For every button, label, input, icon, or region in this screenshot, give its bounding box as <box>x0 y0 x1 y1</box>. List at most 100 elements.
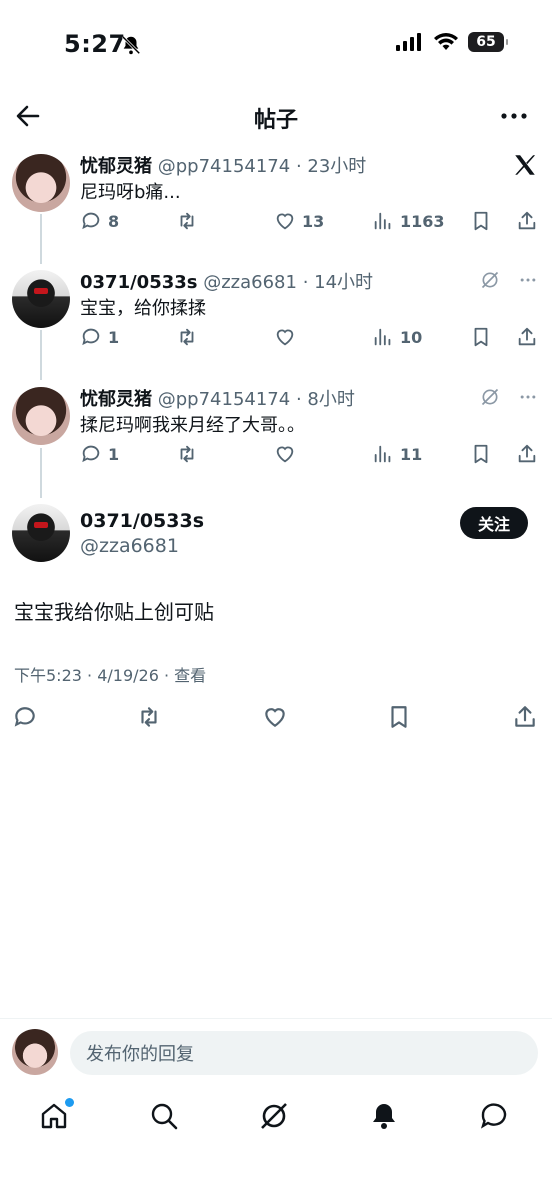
share-button[interactable] <box>516 210 538 232</box>
follow-button[interactable]: 关注 <box>460 507 528 539</box>
tweet-time: · 8小时 <box>295 389 355 410</box>
share-button[interactable] <box>512 704 538 730</box>
x-logo-icon <box>515 155 536 175</box>
retweet-icon <box>180 328 194 346</box>
reply-count: 8 <box>108 211 120 231</box>
retweet-button[interactable] <box>176 443 198 465</box>
share-button[interactable] <box>516 443 538 465</box>
author-name[interactable]: 忧郁灵猪 <box>80 389 152 410</box>
bookmark-button[interactable] <box>470 443 492 465</box>
views-icon <box>374 328 391 346</box>
view-count: 10 <box>400 327 423 347</box>
author-name[interactable]: 忧郁灵猪 <box>80 156 152 177</box>
views-button[interactable]: 11 <box>372 443 422 465</box>
views-button[interactable]: 1163 <box>372 210 445 232</box>
reply-button[interactable] <box>12 704 38 730</box>
heart-icon <box>276 213 294 230</box>
heart-icon <box>276 446 294 463</box>
like-button[interactable] <box>262 704 288 730</box>
tweet-text: 宝宝，给你揉揉 <box>80 298 206 319</box>
tab-home[interactable] <box>38 1098 74 1136</box>
like-button[interactable] <box>274 326 296 348</box>
bookmark-button[interactable] <box>386 704 412 730</box>
author-handle[interactable]: @pp74154174 <box>158 389 290 410</box>
views-button[interactable]: 10 <box>372 326 422 348</box>
thread-tweet[interactable]: 忧郁灵猪 @pp74154174 · 23小时 尼玛呀b痛... 8 13 11… <box>0 152 552 242</box>
status-indicators: 65 <box>396 32 508 52</box>
tweet-time: · 14小时 <box>302 272 374 293</box>
reply-bar: 发布你的回复 <box>0 1018 552 1088</box>
avatar[interactable] <box>12 504 70 562</box>
notification-dot <box>65 1098 74 1107</box>
author-name[interactable]: 0371/0533s <box>80 272 197 293</box>
share-icon <box>518 211 536 230</box>
comment-icon <box>14 707 35 727</box>
grok-icon <box>261 1103 287 1129</box>
views-icon <box>374 445 391 463</box>
tab-messages[interactable] <box>478 1100 514 1136</box>
search-icon <box>151 1103 178 1130</box>
reply-button[interactable]: 1 <box>80 326 119 348</box>
tab-notifications[interactable] <box>368 1100 404 1136</box>
avatar[interactable] <box>12 270 70 328</box>
grok-icon[interactable] <box>480 387 500 407</box>
more-options-icon[interactable] <box>498 100 530 132</box>
tab-grok[interactable] <box>258 1100 294 1136</box>
bottom-tab-bar <box>0 1092 552 1152</box>
more-options-icon[interactable] <box>518 270 538 290</box>
tweet-text: 揉尼玛啊我来月经了大哥。。 <box>80 415 305 436</box>
comment-icon <box>82 445 100 463</box>
battery-indicator: 65 <box>468 32 508 52</box>
author-handle[interactable]: @zza6681 <box>203 272 297 293</box>
bookmark-icon <box>474 444 488 464</box>
tab-search[interactable] <box>148 1100 184 1136</box>
tweet-text: 尼玛呀b痛... <box>80 182 181 203</box>
main-post-meta: 下午5:23 · 4/19/26 · 查看 <box>14 666 207 685</box>
tweet-top-icons <box>480 387 538 407</box>
bookmark-icon <box>391 706 407 728</box>
retweet-icon <box>180 212 194 230</box>
status-bar: 5:27 65 <box>0 0 552 90</box>
avatar[interactable] <box>12 154 70 212</box>
main-post-actions <box>0 704 552 734</box>
tweet-top-icons <box>480 270 538 290</box>
view-count: 1163 <box>400 211 445 231</box>
bookmark-button[interactable] <box>470 326 492 348</box>
thread-tweet[interactable]: 0371/0533s @zza6681 · 14小时 宝宝，给你揉揉 1 10 <box>0 268 552 358</box>
tweet-header: 0371/0533s @zza6681 · 14小时 <box>80 268 373 294</box>
author-handle[interactable]: @pp74154174 <box>158 156 290 177</box>
main-author-name[interactable]: 0371/0533s <box>80 510 204 532</box>
avatar[interactable] <box>12 387 70 445</box>
retweet-button[interactable] <box>136 704 162 730</box>
comment-icon <box>82 328 100 346</box>
thread-tweet[interactable]: 忧郁灵猪 @pp74154174 · 8小时 揉尼玛啊我来月经了大哥。。 1 1… <box>0 385 552 475</box>
wifi-icon <box>434 33 458 50</box>
like-button[interactable] <box>274 443 296 465</box>
bookmark-button[interactable] <box>470 210 492 232</box>
main-post-text: 宝宝我给你贴上创可贴 <box>14 600 214 624</box>
grok-icon[interactable] <box>480 270 500 290</box>
reply-button[interactable]: 1 <box>80 443 119 465</box>
retweet-button[interactable] <box>176 210 198 232</box>
reply-button[interactable]: 8 <box>80 210 119 232</box>
retweet-button[interactable] <box>176 326 198 348</box>
tweet-time: · 23小时 <box>295 156 367 177</box>
reply-count: 1 <box>108 327 120 347</box>
more-options-icon[interactable] <box>518 387 538 407</box>
comment-icon <box>82 212 100 230</box>
tweet-actions: 8 13 1163 <box>80 210 540 234</box>
tweet-actions: 1 11 <box>80 443 540 467</box>
silent-bell-icon <box>121 35 141 55</box>
like-button[interactable]: 13 <box>274 210 324 232</box>
avatar[interactable] <box>12 1029 58 1075</box>
signal-icon <box>396 33 421 51</box>
header: 帖子 <box>0 92 552 140</box>
reply-input[interactable]: 发布你的回复 <box>70 1031 538 1075</box>
bookmark-icon <box>474 327 488 347</box>
share-button[interactable] <box>516 326 538 348</box>
share-icon <box>518 444 536 463</box>
tweet-actions: 1 10 <box>80 326 540 350</box>
views-icon <box>374 212 391 230</box>
main-author-handle[interactable]: @zza6681 <box>80 535 179 557</box>
share-icon <box>515 706 535 727</box>
